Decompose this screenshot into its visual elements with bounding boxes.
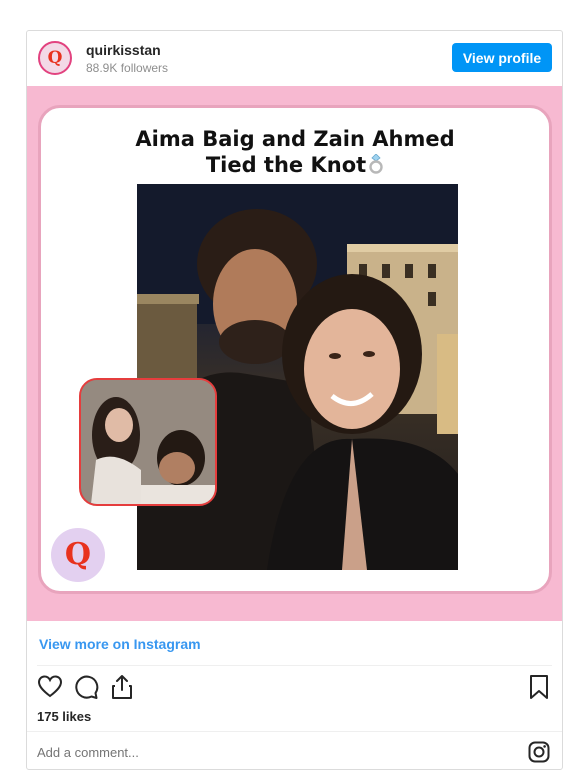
view-more-link[interactable]: View more on Instagram [39,636,201,652]
username[interactable]: quirkisstan [86,42,161,58]
instagram-icon[interactable] [528,741,550,763]
inset-photo [79,378,217,506]
action-bar [37,674,552,700]
post-title: Aima Baig and Zain Ahmed Tied the Knot [41,126,549,178]
post-image[interactable]: Aima Baig and Zain Ahmed Tied the Knot Q [27,86,562,621]
avatar-logo: Q [47,47,63,68]
divider [27,731,562,732]
heart-icon[interactable] [37,674,63,700]
comment-icon[interactable] [73,674,99,700]
profile-avatar[interactable]: Q [38,41,72,75]
brand-badge-logo: Q [64,537,92,572]
bookmark-icon[interactable] [526,674,552,700]
post-title-line2: Tied the Knot [205,153,367,177]
couple-photo-illustration [137,184,458,570]
divider [37,665,552,666]
share-icon[interactable] [109,674,135,700]
like-count: 175 likes [37,709,92,724]
post-frame: Aima Baig and Zain Ahmed Tied the Knot Q [38,105,552,594]
ring-icon [369,154,383,174]
couple-photo [137,184,458,570]
post-header: Q quirkisstan 88.9K followers View profi… [27,31,562,85]
post-title-line2-wrap: Tied the Knot [41,152,549,178]
post-title-line1: Aima Baig and Zain Ahmed [135,127,455,151]
view-profile-button[interactable]: View profile [452,43,552,72]
comment-input[interactable] [37,745,457,760]
instagram-embed-card: Q quirkisstan 88.9K followers View profi… [26,30,563,770]
follower-count: 88.9K followers [86,61,169,75]
inset-photo-illustration [81,380,215,504]
brand-badge: Q [51,528,105,582]
